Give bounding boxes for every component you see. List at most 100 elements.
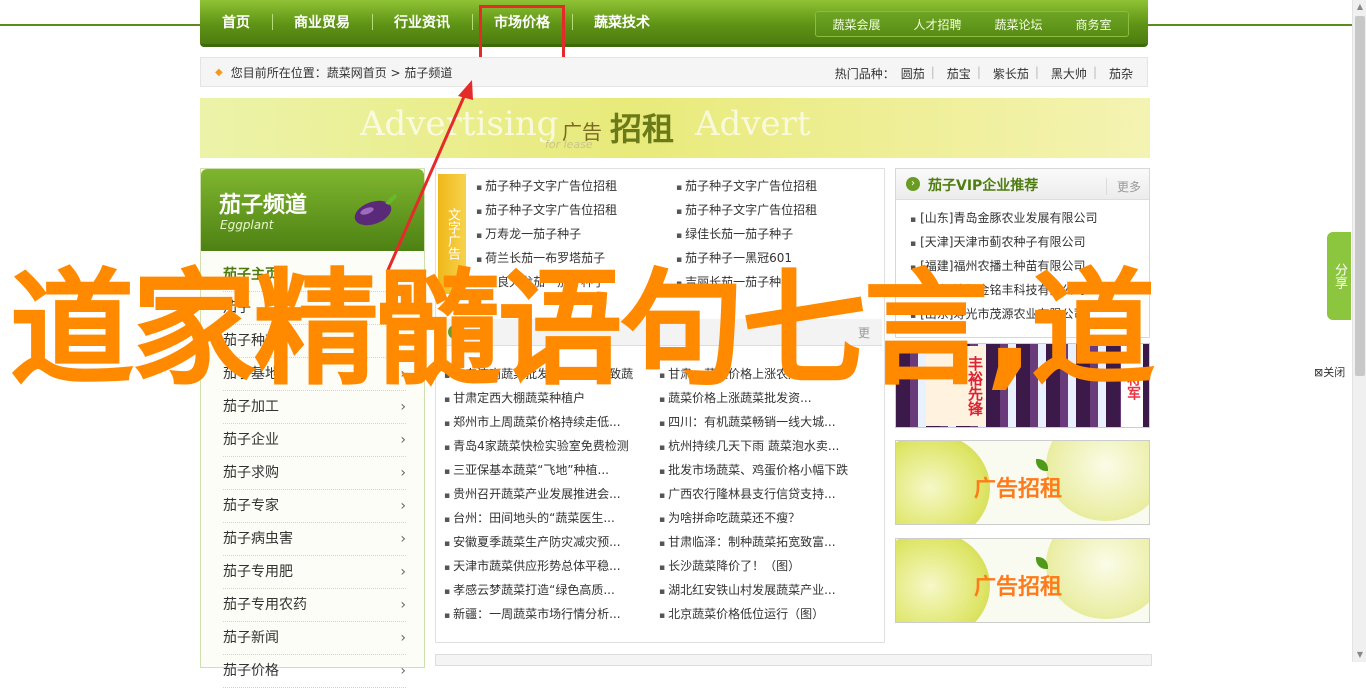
scrollbar[interactable]: ▲ ▼ bbox=[1352, 0, 1366, 662]
eggplant-icon bbox=[354, 193, 397, 226]
list-item[interactable]: 贵州召开蔬菜产业发展推进会... bbox=[444, 485, 659, 503]
sidebar-item-label: 茄子病虫害 bbox=[223, 531, 293, 547]
ad-text-big: 招租 bbox=[1018, 575, 1063, 600]
breadcrumb-path[interactable]: 蔬菜网首页 > 茄子频道 bbox=[327, 64, 453, 81]
list-item[interactable]: 批发市场蔬菜、鸡蛋价格小幅下跌 bbox=[659, 461, 874, 479]
channel-sidebar: 茄子频道 Eggplant 茄子主页 › 茄子 › 茄子种苗 › 茄子基地 › 茄子加工… bbox=[200, 168, 425, 688]
overlay-title: 道家精髓语句七言,道 bbox=[9, 258, 1155, 402]
chevron-right-icon: › bbox=[906, 177, 920, 191]
sidebar-header: 茄子频道 Eggplant bbox=[201, 169, 424, 251]
list-item[interactable]: 茄子种子文字广告位招租 bbox=[676, 177, 876, 195]
list-item[interactable]: 青岛4家蔬菜快检实验室免费检测 bbox=[444, 437, 659, 455]
diamond-icon: ◆ bbox=[215, 66, 223, 78]
close-share-button[interactable]: ⊠关闭 bbox=[1314, 364, 1345, 380]
scroll-up-icon[interactable]: ▲ bbox=[1353, 0, 1366, 14]
sidebar-item-price[interactable]: 茄子价格 › bbox=[223, 655, 406, 688]
vip-more-link[interactable]: 更多 bbox=[1105, 178, 1141, 195]
hot-item[interactable]: 茄宝 bbox=[947, 65, 971, 82]
chevron-right-icon: › bbox=[400, 564, 406, 580]
list-item[interactable]: 茄子种子文字广告位招租 bbox=[476, 177, 676, 195]
nav-sub-expo[interactable]: 蔬菜会展 bbox=[832, 16, 880, 33]
chevron-right-icon: › bbox=[400, 432, 406, 448]
nav-sublinks: 蔬菜会展 人才招聘 蔬菜论坛 商务室 bbox=[815, 11, 1129, 37]
nav-sub-forum[interactable]: 蔬菜论坛 bbox=[994, 16, 1042, 33]
list-item[interactable]: 绿佳长茄一茄子种子 bbox=[676, 225, 876, 243]
hot-item[interactable]: 茄杂 bbox=[1109, 65, 1133, 82]
sidebar-item-news[interactable]: 茄子新闻 › bbox=[223, 622, 406, 655]
list-item[interactable]: 天津市蔬菜供应形势总体平稳... bbox=[444, 557, 659, 575]
list-item[interactable]: 广西农行隆林县支行信贷支持... bbox=[659, 485, 874, 503]
main-nav: 首页 商业贸易 行业资讯 市场价格 蔬菜技术 蔬菜会展 人才招聘 蔬菜论坛 商务… bbox=[200, 0, 1148, 47]
highlight-box bbox=[479, 5, 565, 64]
ad-slot-1[interactable]: 广告招租 bbox=[895, 440, 1150, 525]
chevron-right-icon: › bbox=[400, 597, 406, 613]
sidebar-item-label: 茄子专用农药 bbox=[223, 597, 307, 613]
hot-varieties: 热门品种： 圆茄 | 茄宝 | 紫长茄 | 黑大帅 | 茄杂 bbox=[829, 65, 1133, 82]
nav-trade[interactable]: 商业贸易 bbox=[272, 12, 372, 32]
sidebar-item-label: 茄子企业 bbox=[223, 432, 279, 448]
sidebar-item-label: 茄子新闻 bbox=[223, 630, 279, 646]
sidebar-title: 茄子频道 bbox=[219, 193, 308, 218]
sidebar-item-purchase[interactable]: 茄子求购 › bbox=[223, 457, 406, 490]
ad-banner[interactable]: Advertising Advert 广告 招租 for lease bbox=[200, 98, 1150, 158]
list-item[interactable]: 三亚保基本蔬菜“飞地”种植... bbox=[444, 461, 659, 479]
list-item[interactable]: 万寿龙一茄子种子 bbox=[476, 225, 676, 243]
sidebar-item-enterprise[interactable]: 茄子企业 › bbox=[223, 424, 406, 457]
ad-slot-2[interactable]: 广告招租 bbox=[895, 538, 1150, 623]
list-item[interactable]: 新疆：一周蔬菜市场行情分析... bbox=[444, 605, 659, 623]
news-list: 山东济南蔬菜批发市场铺脱销致蔬 甘肃：蔬菜价格上涨农户受贫... 甘肃定西大棚蔬… bbox=[444, 365, 884, 623]
hot-item[interactable]: 黑大帅 bbox=[1051, 65, 1087, 82]
divider: | bbox=[930, 65, 935, 79]
list-item[interactable]: 茄子种子文字广告位招租 bbox=[476, 201, 676, 219]
list-item[interactable]: 长沙蔬菜降价了！（图） bbox=[659, 557, 874, 575]
share-button[interactable]: 分享 bbox=[1327, 232, 1351, 320]
sidebar-item-pesticide[interactable]: 茄子专用农药 › bbox=[223, 589, 406, 622]
ad-text: 广告招租 bbox=[974, 569, 1062, 601]
banner-ghost-text: Advertising bbox=[360, 104, 559, 144]
list-item[interactable]: 湖北红安铁山村发展蔬菜产业... bbox=[659, 581, 874, 599]
list-item[interactable]: 北京蔬菜价格低位运行（图） bbox=[659, 605, 874, 623]
bottom-tabs bbox=[435, 654, 1152, 666]
chevron-right-icon: › bbox=[400, 465, 406, 481]
close-label: 关闭 bbox=[1323, 366, 1346, 379]
chevron-right-icon: › bbox=[400, 498, 406, 514]
list-item[interactable]: [山东]青岛金豚农业发展有限公司 bbox=[910, 206, 1149, 230]
sidebar-item-label: 茄子价格 bbox=[223, 663, 279, 679]
ad-text: 广告招租 bbox=[974, 471, 1062, 503]
list-item[interactable]: [天津]天津市蓟农种子有限公司 bbox=[910, 230, 1149, 254]
sidebar-item-label: 茄子求购 bbox=[223, 465, 279, 481]
list-item[interactable]: 为啥拼命吃蔬菜还不瘦？ bbox=[659, 509, 874, 527]
list-item[interactable]: 甘肃临泽：制种蔬菜拓宽致富... bbox=[659, 533, 874, 551]
sidebar-item-label: 茄子专用肥 bbox=[223, 564, 293, 580]
list-item[interactable]: 四川：有机蔬菜畅销一线大城... bbox=[659, 413, 874, 431]
divider: | bbox=[976, 65, 981, 79]
divider: | bbox=[1092, 65, 1097, 79]
breadcrumb-label: 您目前所在位置： bbox=[230, 65, 327, 80]
list-item[interactable]: 茄子种子文字广告位招租 bbox=[676, 201, 876, 219]
nav-news[interactable]: 行业资讯 bbox=[372, 12, 472, 32]
hot-item[interactable]: 圆茄 bbox=[901, 65, 925, 82]
ad-text-big: 招租 bbox=[1018, 477, 1063, 502]
sidebar-item-pests[interactable]: 茄子病虫害 › bbox=[223, 523, 406, 556]
sidebar-item-expert[interactable]: 茄子专家 › bbox=[223, 490, 406, 523]
chevron-right-icon: › bbox=[400, 663, 406, 679]
chevron-right-icon: › bbox=[400, 630, 406, 646]
list-item[interactable]: 郑州市上周蔬菜价格持续走低... bbox=[444, 413, 659, 431]
list-item[interactable]: 台州：田间地头的“蔬菜医生... bbox=[444, 509, 659, 527]
nav-sub-business[interactable]: 商务室 bbox=[1075, 16, 1111, 33]
hot-item[interactable]: 紫长茄 bbox=[993, 65, 1029, 82]
list-item[interactable]: 杭州持续几天下雨 蔬菜泡水卖... bbox=[659, 437, 874, 455]
sidebar-item-fertilizer[interactable]: 茄子专用肥 › bbox=[223, 556, 406, 589]
chevron-right-icon: › bbox=[400, 531, 406, 547]
nav-sub-jobs[interactable]: 人才招聘 bbox=[913, 16, 961, 33]
nav-home[interactable]: 首页 bbox=[200, 12, 272, 32]
divider: | bbox=[1034, 65, 1039, 79]
breadcrumb: ◆ 您目前所在位置： 蔬菜网首页 > 茄子频道 热门品种： 圆茄 | 茄宝 | 紫长… bbox=[200, 57, 1148, 87]
list-item[interactable]: 安徽夏季蔬菜生产防灾减灾预... bbox=[444, 533, 659, 551]
vip-header: › 茄子VIP企业推荐 更多 bbox=[896, 169, 1149, 200]
hot-label: 热门品种： bbox=[834, 67, 895, 81]
scroll-thumb[interactable] bbox=[1355, 16, 1365, 376]
nav-tech[interactable]: 蔬菜技术 bbox=[572, 12, 672, 32]
list-item[interactable]: 孝感云梦蔬菜打造“绿色高质... bbox=[444, 581, 659, 599]
scroll-down-icon[interactable]: ▼ bbox=[1353, 648, 1366, 662]
